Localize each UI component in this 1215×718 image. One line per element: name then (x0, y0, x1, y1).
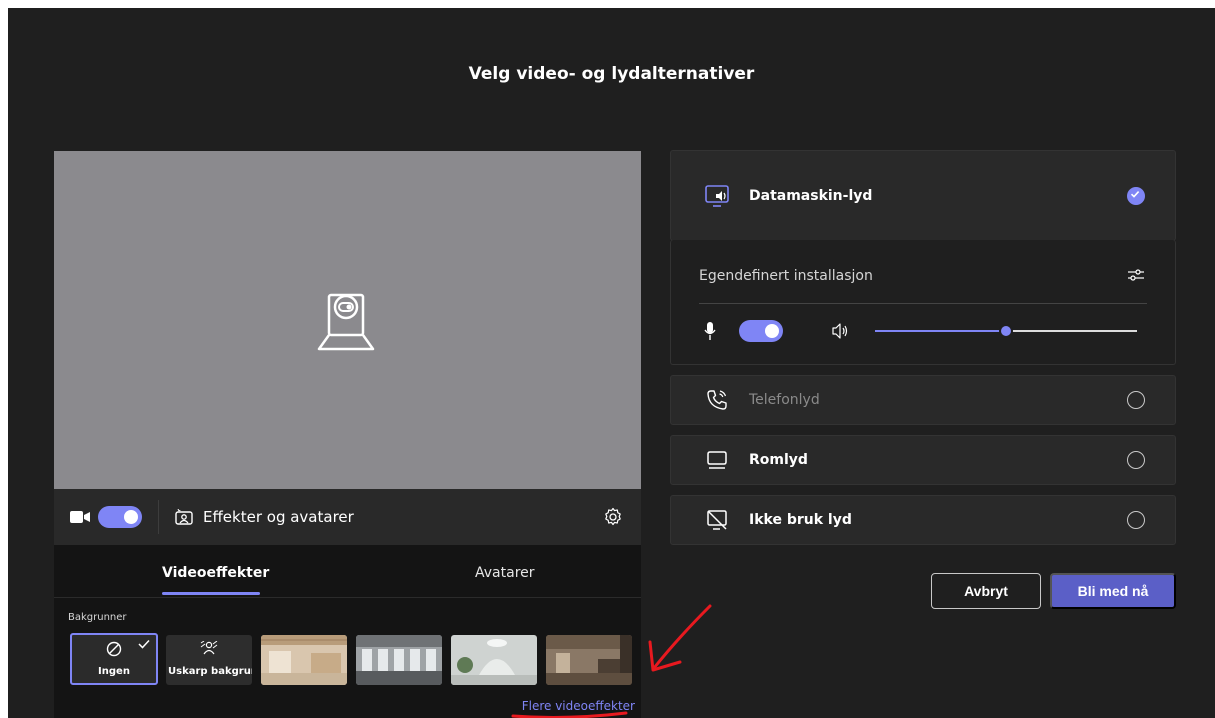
computer-audio-settings: Egendefinert installasjon (670, 240, 1176, 365)
effects-avatars-button[interactable]: Effekter og avatarer (175, 508, 354, 526)
join-now-button[interactable]: Bli med nå (1050, 573, 1176, 609)
effects-icon (175, 509, 193, 525)
camera-off-illustration-icon (317, 293, 375, 351)
room-audio-icon (707, 451, 727, 469)
effects-tabs: Videoeffekter Avatarer (54, 545, 641, 597)
no-audio-icon (707, 510, 727, 530)
join-dialog: Velg video- og lydalternativer Effekter … (8, 8, 1215, 718)
background-thumbnail-image (261, 635, 347, 685)
cancel-button[interactable]: Avbryt (931, 573, 1041, 609)
gear-icon[interactable] (603, 507, 623, 527)
background-thumbnail-image (546, 635, 632, 685)
checkmark-icon (138, 639, 150, 649)
background-option-2[interactable] (356, 635, 442, 685)
microphone-icon (704, 322, 716, 340)
checkmark-icon (1130, 191, 1139, 198)
blur-background-icon (200, 641, 218, 655)
computer-audio-label: Datamaskin-lyd (749, 187, 873, 204)
tabs-divider (54, 597, 641, 598)
audio-option-none[interactable]: Ikke bruk lyd (670, 495, 1176, 545)
background-option-3[interactable] (451, 635, 537, 685)
phone-audio-icon (707, 390, 727, 410)
speaker-volume-fill (875, 330, 1006, 332)
background-none-label: Ingen (98, 666, 130, 677)
audio-option-room[interactable]: Romlyd (670, 435, 1176, 485)
speaker-icon (832, 323, 848, 339)
background-thumbnail-image (356, 635, 442, 685)
video-camera-icon (70, 511, 90, 523)
computer-audio-icon (705, 184, 729, 207)
background-none[interactable]: Ingen (70, 633, 158, 685)
effects-panel: Videoeffekter Avatarer Bakgrunner Ingen (54, 545, 641, 718)
active-tab-indicator (162, 592, 260, 595)
audio-option-phone[interactable]: Telefonlyd (670, 375, 1176, 425)
camera-toggle[interactable] (98, 506, 142, 528)
tab-videoeffekter[interactable]: Videoeffekter (162, 565, 269, 581)
no-audio-radio[interactable] (1127, 511, 1145, 529)
background-blur-label: Uskarp bakgrunn (168, 666, 252, 677)
custom-setup-label: Egendefinert installasjon (699, 268, 873, 284)
speaker-volume-slider[interactable] (875, 324, 1137, 338)
no-audio-label: Ikke bruk lyd (749, 512, 852, 528)
phone-audio-label: Telefonlyd (749, 392, 820, 408)
prohibited-icon (106, 641, 122, 657)
computer-audio-radio[interactable] (1127, 186, 1145, 205)
video-preview (54, 151, 641, 489)
tab-avatarer[interactable]: Avatarer (475, 565, 535, 581)
dialog-title: Velg video- og lydalternativer (468, 64, 755, 84)
effects-avatars-label: Effekter og avatarer (203, 508, 354, 526)
room-audio-label: Romlyd (749, 452, 808, 468)
background-option-1[interactable] (261, 635, 347, 685)
settings-divider (699, 303, 1147, 304)
audio-option-computer[interactable]: Datamaskin-lyd (670, 150, 1176, 241)
video-toolbar: Effekter og avatarer (54, 489, 641, 545)
room-audio-radio[interactable] (1127, 451, 1145, 469)
mic-speaker-row (699, 320, 1147, 342)
speaker-volume-thumb[interactable] (999, 324, 1013, 338)
backgrounds-label: Bakgrunner (68, 612, 127, 623)
background-option-4[interactable] (546, 635, 632, 685)
settings-sliders-icon[interactable] (1127, 266, 1145, 284)
phone-audio-radio[interactable] (1127, 391, 1145, 409)
toolbar-divider (158, 500, 159, 534)
more-video-effects-link[interactable]: Flere videoeffekter (522, 699, 635, 713)
background-thumbnail-image (451, 635, 537, 685)
background-blur[interactable]: Uskarp bakgrunn (166, 635, 252, 685)
microphone-toggle[interactable] (739, 320, 783, 342)
